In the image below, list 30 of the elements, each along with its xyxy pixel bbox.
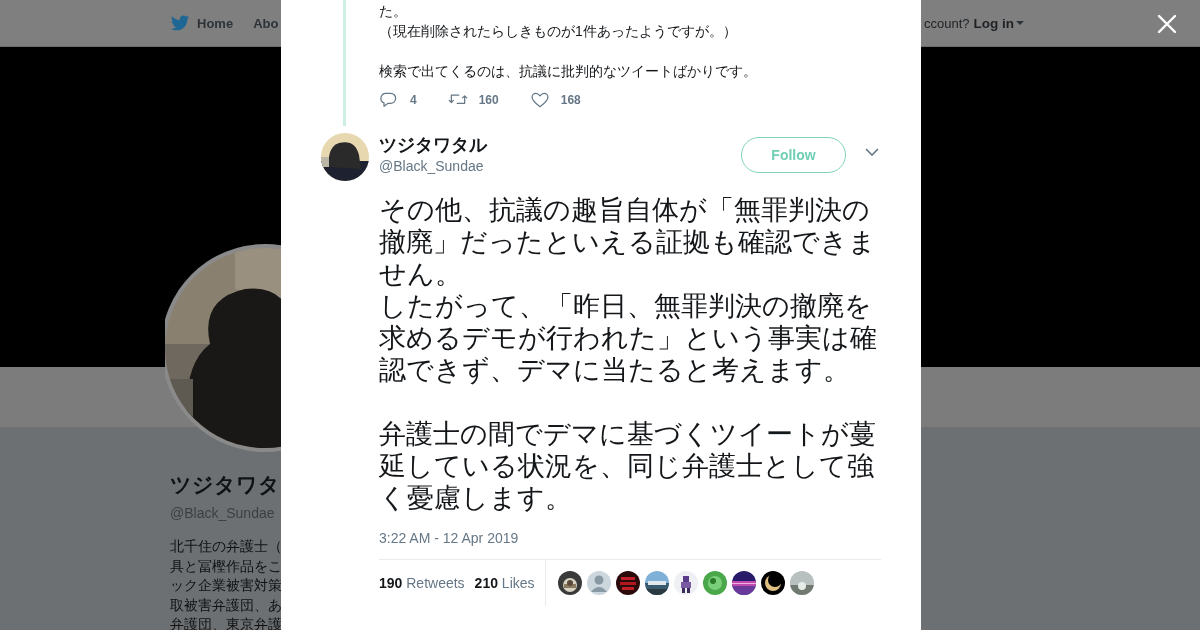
profile-name: ツジタワタ [170, 472, 280, 498]
tweet-text: た。 [379, 3, 407, 19]
close-icon[interactable] [1157, 14, 1177, 34]
retweets-count[interactable]: 190 Retweets [379, 575, 465, 591]
likes-count[interactable]: 210 Likes [474, 575, 535, 591]
heart-icon [529, 90, 550, 110]
speech-bubble-icon [379, 90, 399, 110]
like-action[interactable]: 168 [529, 90, 581, 110]
tweet-text: （現在削除されたらしきものが1件あったようですが。） [379, 23, 737, 39]
tweet-text: 検索で出てくるのは、抗議に批判的なツイートばかりです。 [379, 63, 757, 79]
reply-action[interactable]: 4 [379, 90, 417, 110]
bio-line: 取被害弁護団、あ [170, 595, 282, 615]
bio-line: 北千住の弁護士（ [170, 537, 282, 556]
chevron-icon[interactable] [865, 148, 879, 156]
tweet-text: したがって、「昨日、無罪判決の撤廃を求めるデモが行われた」という事実は確認できず、デマに当たると考えます。 [379, 290, 878, 386]
login-prompt: ccount? [923, 15, 970, 31]
tweet-text: その他、抗議の趣旨自体が「無罪判決の撤廃」だったといえる証拠も確認できません。 [379, 194, 877, 290]
tweet-text: 弁護士の間でデマに基づくツイートが蔓延している状況を、同じ弁護士として強く憂慮します。 [379, 418, 877, 514]
bio-line: 弁護団、東京弁護 [170, 615, 282, 630]
login-link[interactable]: Log in [973, 15, 1024, 31]
caret-icon [1016, 21, 1024, 25]
timestamp[interactable]: 3:22 AM - 12 Apr 2019 [379, 529, 881, 547]
author-name[interactable]: ツジタワタル [379, 134, 487, 156]
nav-link[interactable]: Home [170, 13, 234, 33]
bio-line: ック企業被害対策 [170, 576, 282, 595]
bio-line: 具と冨樫作品をこ [170, 556, 282, 576]
author-handle[interactable]: @Black_Sundae [379, 158, 487, 174]
nav-link[interactable]: Abo [253, 15, 279, 31]
bird-icon [170, 13, 190, 33]
retweet-action[interactable]: 160 [447, 90, 499, 110]
